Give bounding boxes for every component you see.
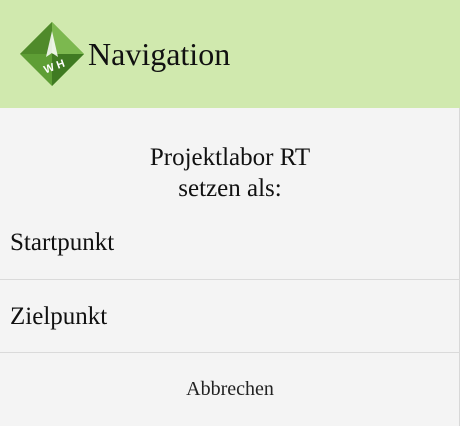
option-zielpunkt[interactable]: Zielpunkt [0,280,460,354]
message-line-2: setzen als: [178,175,282,202]
dialog-header: W H Navigation [0,0,460,108]
option-startpunkt[interactable]: Startpunkt [0,206,460,280]
wh-diamond-logo-icon: W H [20,22,84,86]
navigation-dialog: W H Navigation Projektlabor RT setzen al… [0,0,460,426]
dialog-message: Projektlabor RT setzen als: [0,142,460,204]
message-line-1: Projektlabor RT [149,144,311,171]
dialog-title: Navigation [88,36,231,72]
cancel-button[interactable]: Abbrechen [0,353,460,426]
